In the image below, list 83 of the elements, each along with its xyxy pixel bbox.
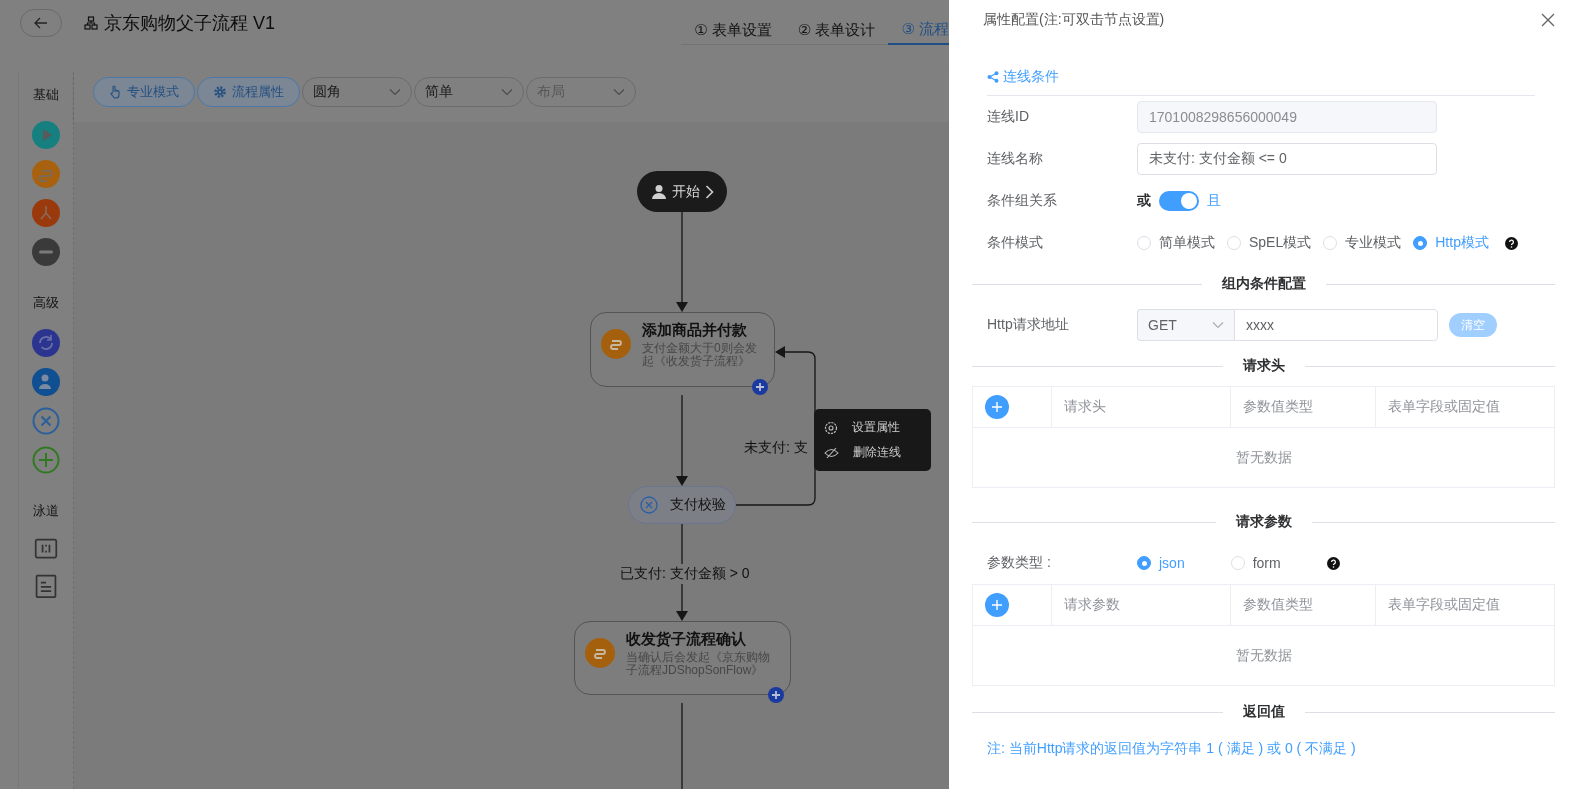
close-circle-icon (640, 496, 658, 514)
section-divider-title: 组内条件配置 (1220, 275, 1307, 293)
gateway-node[interactable]: 支付校验 (628, 486, 736, 524)
radio-label[interactable]: SpEL模式 (1249, 234, 1312, 252)
eye-slash-icon (824, 446, 839, 459)
add-button[interactable] (985, 593, 1009, 617)
flow-title: 京东购物父子流程 V1 (104, 11, 276, 35)
radio-label[interactable]: form (1252, 555, 1281, 571)
arrow-left-icon (34, 16, 48, 29)
add-node-icon[interactable] (768, 687, 784, 703)
radio-button[interactable] (1413, 236, 1428, 250)
radio-label[interactable]: Http模式 (1435, 234, 1489, 252)
gear-icon (824, 420, 838, 435)
hand-icon (109, 85, 122, 99)
chevron-down-icon (389, 88, 401, 96)
chevron-down-icon (501, 88, 513, 96)
palette-group-label: 高级 (33, 294, 59, 312)
close-icon (1541, 13, 1555, 27)
chain-icon (601, 329, 631, 359)
field-label: 连线ID (987, 108, 1030, 126)
radio-label[interactable]: 简单模式 (1159, 234, 1215, 252)
start-node[interactable]: 开始 (637, 171, 727, 212)
column-header: 表单字段或固定值 (1388, 398, 1500, 416)
field-label: 条件组关系 (987, 192, 1058, 210)
radio-button[interactable] (1137, 556, 1151, 570)
url-field[interactable]: xxxx (1234, 309, 1438, 341)
person-icon[interactable] (32, 368, 60, 396)
radio-label[interactable]: 专业模式 (1345, 234, 1402, 252)
help-icon[interactable] (1326, 556, 1340, 570)
chain-icon (585, 638, 615, 668)
plus-icon (991, 599, 1003, 611)
field-label: 参数类型 : (987, 554, 1052, 572)
section-divider-title: 请求头 (1241, 357, 1286, 375)
field-label: 条件模式 (987, 234, 1044, 252)
step-tab[interactable]: ② 表单设计 (784, 0, 889, 45)
hierarchy-icon (84, 15, 98, 30)
cycle-icon[interactable] (32, 329, 60, 357)
chevron-right-icon (704, 184, 714, 199)
section-divider-title: 返回值 (1241, 703, 1286, 721)
drawer-title: 属性配置(注:可双击节点设置) (983, 11, 1165, 29)
palette-group-label: 基础 (33, 86, 59, 104)
plus-icon (991, 401, 1003, 413)
share-icon (987, 70, 999, 83)
toggle-switch[interactable] (1159, 191, 1199, 211)
close-button[interactable] (1541, 13, 1555, 27)
text-field[interactable]: 未支付: 支付金额 <= 0 (1137, 143, 1437, 175)
person-icon (650, 183, 667, 200)
switch-label: 或 (1137, 192, 1151, 210)
empty-text: 暂无数据 (1235, 646, 1292, 665)
column-header: 请求头 (1064, 398, 1106, 416)
method-select[interactable]: GET (1137, 309, 1234, 341)
chevron-down-icon (1212, 321, 1224, 329)
section-divider-title: 请求参数 (1234, 513, 1293, 531)
palette-group-label: 泳道 (33, 502, 59, 520)
field-label: 连线名称 (987, 150, 1044, 168)
column-header: 参数值类型 (1243, 398, 1313, 416)
add-node-icon[interactable] (752, 379, 768, 395)
radio-label[interactable]: json (1159, 555, 1185, 571)
column-header: 请求参数 (1064, 596, 1120, 614)
toolbar-button[interactable]: 流程属性 (197, 77, 300, 107)
add-button[interactable] (985, 395, 1009, 419)
section-title: 连线条件 (1003, 67, 1059, 86)
column-header: 表单字段或固定值 (1388, 596, 1500, 614)
toolbar-button[interactable]: 专业模式 (93, 77, 195, 107)
back-button[interactable] (20, 8, 62, 37)
field-label: Http请求地址 (987, 316, 1070, 334)
play-icon[interactable] (32, 121, 60, 149)
empty-text: 暂无数据 (1235, 448, 1292, 467)
rows-icon[interactable] (34, 572, 58, 600)
step-tab[interactable]: ① 表单设置 (681, 0, 785, 45)
help-icon[interactable] (1504, 236, 1518, 250)
menu-item[interactable]: 删除连线 (814, 440, 931, 465)
fork-icon[interactable] (32, 199, 60, 227)
close-circle-icon[interactable] (32, 407, 60, 435)
switch-label: 且 (1207, 192, 1221, 210)
column-header: 参数值类型 (1243, 596, 1313, 614)
menu-item[interactable]: 设置属性 (814, 415, 931, 440)
columns-icon[interactable] (33, 537, 59, 561)
minus-icon[interactable] (32, 238, 60, 266)
edge-label: 已支付: 支付金额 > 0 (618, 564, 752, 584)
gear-icon (213, 85, 227, 99)
note-text: 注: 当前Http请求的返回值为字符串 1 ( 满足 ) 或 0 ( 不满足 ) (987, 740, 1357, 758)
chevron-down-icon (613, 88, 625, 96)
